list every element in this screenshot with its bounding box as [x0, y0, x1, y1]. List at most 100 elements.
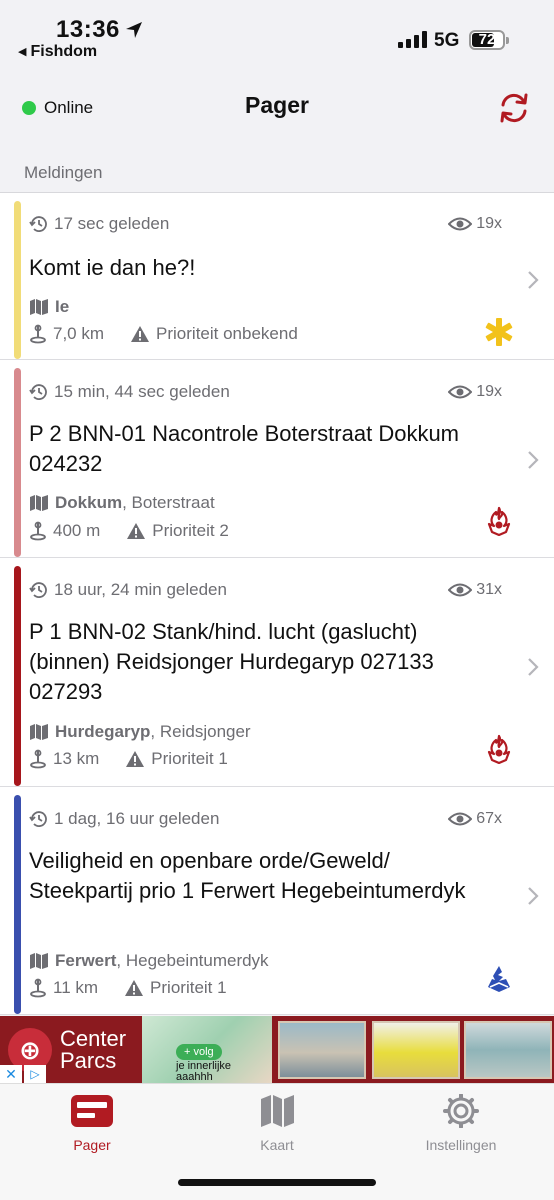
eye-icon — [448, 217, 473, 231]
priority: Prioriteit 1 — [151, 749, 228, 768]
location-street: , Boterstraat — [122, 493, 215, 512]
message-row[interactable]: 15 min, 44 sec geleden 19x P 2 BNN-01 Na… — [0, 360, 554, 558]
back-to-app-link[interactable]: ◀ Fishdom — [18, 43, 97, 61]
message-location: Ferwert, Hegebeintumerdyk — [29, 951, 269, 971]
ad-banner[interactable]: ⊕ Center Parcs + volg je innerlijke aaah… — [0, 1016, 554, 1083]
home-indicator[interactable] — [178, 1179, 376, 1186]
priority-color-bar — [14, 201, 21, 359]
ad-tagline: je innerlijke aaahhh — [176, 1060, 232, 1083]
tab-instellingen[interactable]: Instellingen — [391, 1093, 531, 1153]
section-header: Meldingen — [24, 163, 103, 182]
eye-icon — [448, 812, 473, 826]
distance: 400 m — [53, 521, 101, 540]
message-time: 17 sec geleden — [29, 214, 169, 234]
ad-close-icon[interactable]: ✕ — [0, 1065, 22, 1083]
location-street: , Hegebeintumerdyk — [116, 951, 269, 970]
back-app-label: Fishdom — [30, 43, 98, 60]
location-city: Ferwert — [55, 951, 117, 970]
priority-color-bar — [14, 566, 21, 786]
history-icon — [29, 582, 47, 598]
tab-label: Kaart — [260, 1137, 294, 1153]
star-of-life-icon — [485, 318, 513, 346]
location-street: , Reidsjonger — [150, 722, 251, 741]
message-time: 18 uur, 24 min geleden — [29, 580, 227, 600]
warning-icon — [131, 326, 150, 342]
tab-pager[interactable]: Pager — [22, 1094, 162, 1153]
location-city: Ie — [55, 297, 70, 316]
views-label: 19x — [476, 215, 502, 232]
message-title: Veiligheid en openbare orde/Geweld/ Stee… — [29, 848, 466, 903]
message-row[interactable]: 1 dag, 16 uur geleden 67x Veiligheid en … — [0, 787, 554, 1015]
back-triangle-icon: ◀ — [18, 46, 27, 58]
distance: 13 km — [53, 749, 100, 768]
map-icon — [30, 495, 48, 511]
message-title: Komt ie dan he?! — [29, 255, 196, 280]
views-label: 19x — [476, 383, 502, 400]
eye-icon — [448, 385, 473, 399]
priority: Prioriteit onbekend — [156, 324, 298, 343]
status-time: 13:36 — [56, 16, 120, 43]
distance-pin-icon — [30, 521, 46, 541]
message-title: P 2 BNN-01 Nacontrole Boterstraat Dokkum… — [29, 421, 459, 476]
tab-label: Instellingen — [425, 1137, 497, 1153]
view-count: 31x — [448, 581, 502, 599]
view-count: 67x — [448, 810, 502, 828]
chevron-right-icon — [528, 887, 539, 905]
eye-icon — [448, 583, 473, 597]
history-icon — [29, 216, 47, 232]
view-count: 19x — [448, 383, 502, 401]
map-icon — [30, 953, 48, 969]
history-icon — [29, 384, 47, 400]
distance-pin-icon — [30, 324, 46, 344]
fire-department-icon — [487, 506, 511, 536]
message-location: Ie — [29, 297, 69, 317]
view-count: 19x — [448, 215, 502, 233]
priority-color-bar — [14, 795, 21, 1014]
map-icon — [30, 299, 48, 315]
message-details: 7,0 km Prioriteit onbekend — [29, 324, 298, 344]
distance: 11 km — [53, 978, 99, 997]
page-title: Pager — [245, 92, 309, 118]
history-icon — [29, 811, 47, 827]
battery-level: 72 — [478, 31, 496, 48]
tab-kaart[interactable]: Kaart — [207, 1094, 347, 1153]
message-details: 13 km Prioriteit 1 — [29, 749, 228, 769]
ad-info-icon[interactable]: ▷ — [24, 1065, 46, 1083]
chevron-right-icon — [528, 271, 539, 289]
message-row[interactable]: 18 uur, 24 min geleden 31x P 1 BNN-02 St… — [0, 558, 554, 787]
location-city: Dokkum — [55, 493, 123, 512]
ad-photo-room-3 — [464, 1021, 552, 1079]
message-row[interactable]: 17 sec geleden 19x Komt ie dan he?! Ie 7… — [0, 193, 554, 360]
navigation-bar: Online Pager — [0, 80, 554, 136]
cellular-signal-icon — [398, 30, 427, 48]
message-details: 11 km Prioriteit 1 — [29, 978, 227, 998]
views-label: 67x — [476, 810, 502, 827]
warning-icon — [127, 523, 146, 539]
chevron-right-icon — [528, 451, 539, 469]
network-type: 5G — [434, 30, 460, 51]
battery-icon: 72 — [469, 30, 509, 50]
ad-photo-room-1 — [278, 1021, 366, 1079]
screen: 13:36 ◀ Fishdom 5G 72 Online Pager Meldin… — [0, 0, 554, 1200]
map-icon — [30, 724, 48, 740]
message-location: Dokkum, Boterstraat — [29, 493, 215, 513]
refresh-icon[interactable] — [496, 90, 532, 126]
chevron-right-icon — [528, 658, 539, 676]
time-ago: 15 min, 44 sec geleden — [54, 382, 230, 401]
warning-icon — [126, 751, 145, 767]
views-label: 31x — [476, 581, 502, 598]
location-city: Hurdegaryp — [55, 722, 151, 741]
pager-icon — [71, 1095, 113, 1127]
fire-department-icon — [487, 734, 511, 764]
message-details: 400 m Prioriteit 2 — [29, 521, 229, 541]
distance-pin-icon — [30, 978, 46, 998]
priority: Prioriteit 1 — [150, 978, 227, 997]
status-bar: 13:36 ◀ Fishdom 5G 72 — [0, 0, 554, 66]
ad-brand-name: Center Parcs — [60, 1026, 127, 1073]
warning-icon — [125, 980, 144, 996]
time-ago: 17 sec geleden — [54, 214, 170, 233]
message-title: P 1 BNN-02 Stank/hind. lucht (gaslucht) … — [29, 619, 434, 704]
police-icon — [488, 966, 510, 992]
priority: Prioriteit 2 — [152, 521, 229, 540]
priority-color-bar — [14, 368, 21, 557]
